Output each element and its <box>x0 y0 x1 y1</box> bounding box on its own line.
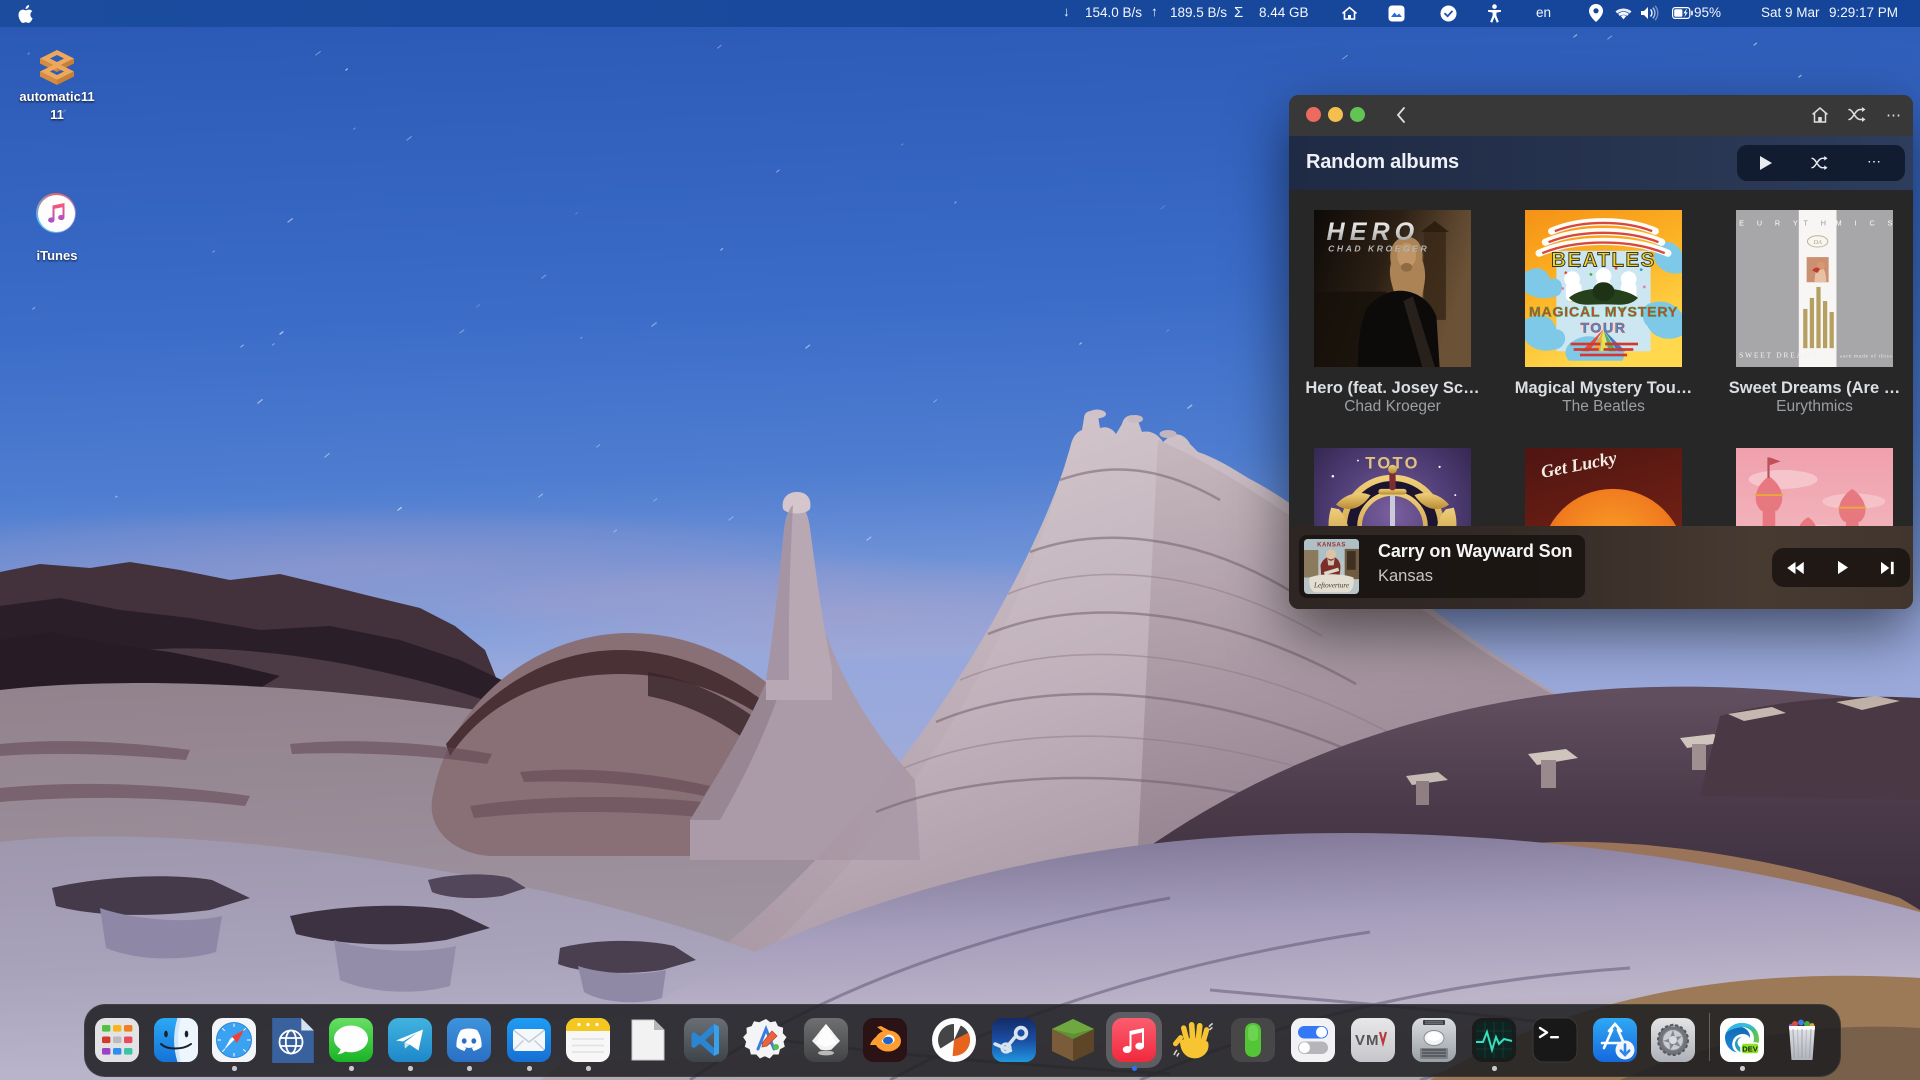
svg-text:TH: TH <box>1804 219 1839 228</box>
svg-text:«are made of this»: «are made of this» <box>1840 353 1893 360</box>
svg-text:KANSAS: KANSAS <box>1317 543 1346 549</box>
svg-text:V: V <box>1355 1032 1365 1049</box>
svg-text:Leftoverture: Leftoverture <box>1313 581 1350 589</box>
svg-text:DA: DA <box>1812 239 1822 246</box>
svg-text:TOTO: TOTO <box>1365 454 1420 472</box>
svg-text:MICS: MICS <box>1836 219 1893 228</box>
svg-text:MAGICAL MYSTERY: MAGICAL MYSTERY <box>1529 304 1678 320</box>
svg-text:CHAD KROEGER: CHAD KROEGER <box>1328 244 1429 254</box>
svg-text:M: M <box>1366 1032 1379 1049</box>
svg-text:SWEET DREAMS: SWEET DREAMS <box>1739 351 1818 360</box>
svg-text:HERO: HERO <box>1327 218 1420 246</box>
svg-text:DEV: DEV <box>1742 1045 1757 1054</box>
svg-text:EURY: EURY <box>1739 219 1810 228</box>
